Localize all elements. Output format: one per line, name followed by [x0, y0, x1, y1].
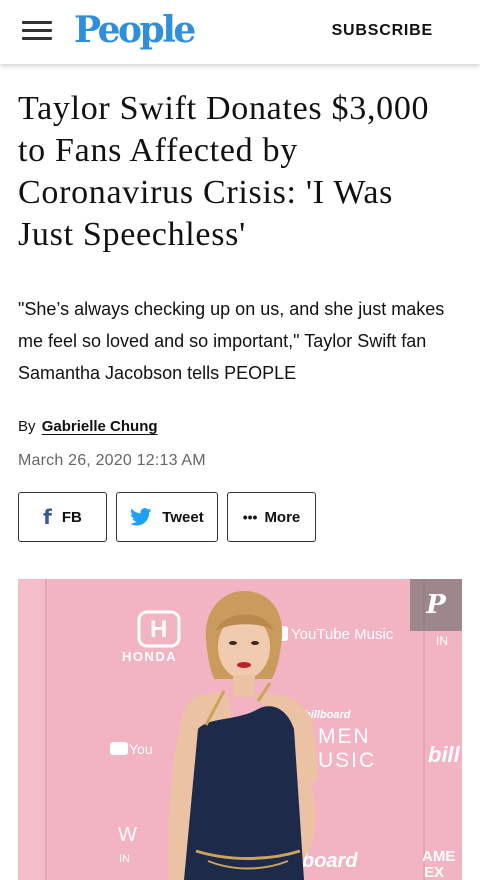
byline: By Gabrielle Chung [18, 418, 158, 435]
pinterest-icon: P [426, 590, 446, 620]
menu-line [22, 21, 52, 24]
in-right-text: IN [436, 634, 448, 648]
ex-text: EX [424, 864, 444, 880]
article-dek: "She’s always checking up on us, and she… [18, 299, 445, 383]
share-more-button[interactable]: ••• More [227, 492, 316, 542]
twitter-bird-icon [130, 508, 152, 526]
ellipsis-icon: ••• [242, 509, 258, 525]
women-text: MEN [318, 725, 371, 748]
fb-label: FB [61, 508, 82, 526]
menu-line [22, 29, 52, 32]
billboard-right-text: bill [428, 742, 461, 767]
honda-h-letter: H [150, 616, 167, 643]
billboard-bottom-text: board [302, 850, 358, 872]
left-eye [229, 641, 237, 645]
youtube-music-text: YouTube Music [291, 626, 394, 643]
more-label: More [264, 508, 301, 526]
facebook-icon: f [43, 505, 52, 529]
article-headline: Taylor Swift Donates $3,000 to Fans Affe… [18, 90, 430, 253]
author-link[interactable]: Gabrielle Chung [42, 418, 158, 435]
backdrop-shade [18, 579, 48, 880]
tweet-label: Tweet [162, 508, 204, 526]
publish-date: March 26, 2020 12:13 AM [18, 452, 206, 469]
hero-photo-illustration: H HONDA YouTube Music You billboard MEN … [18, 579, 462, 880]
neck-shape [233, 675, 255, 697]
red-lips [237, 662, 251, 668]
pinterest-save-button[interactable]: P [410, 579, 462, 631]
youtube-logo-icon [110, 742, 128, 755]
share-tweet-button[interactable]: Tweet [116, 492, 218, 542]
subscribe-link[interactable]: SUBSCRIBE [332, 22, 433, 40]
share-facebook-button[interactable]: f FB [18, 492, 107, 542]
honda-text: HONDA [122, 649, 177, 664]
right-eye [251, 641, 259, 645]
youtube-left-text: You [129, 741, 153, 757]
w-left-text: W [118, 824, 137, 846]
hero-image[interactable]: H HONDA YouTube Music You billboard MEN … [18, 579, 462, 880]
in-left-text: IN [119, 853, 130, 865]
hamburger-menu-icon[interactable] [22, 19, 52, 43]
menu-line [22, 37, 52, 40]
people-logo[interactable]: People [74, 8, 196, 52]
top-nav-bar: People SUBSCRIBE [0, 0, 480, 64]
ame-text: AME [422, 848, 455, 865]
music-text: USIC [318, 749, 376, 772]
byline-prefix: By [18, 418, 36, 435]
